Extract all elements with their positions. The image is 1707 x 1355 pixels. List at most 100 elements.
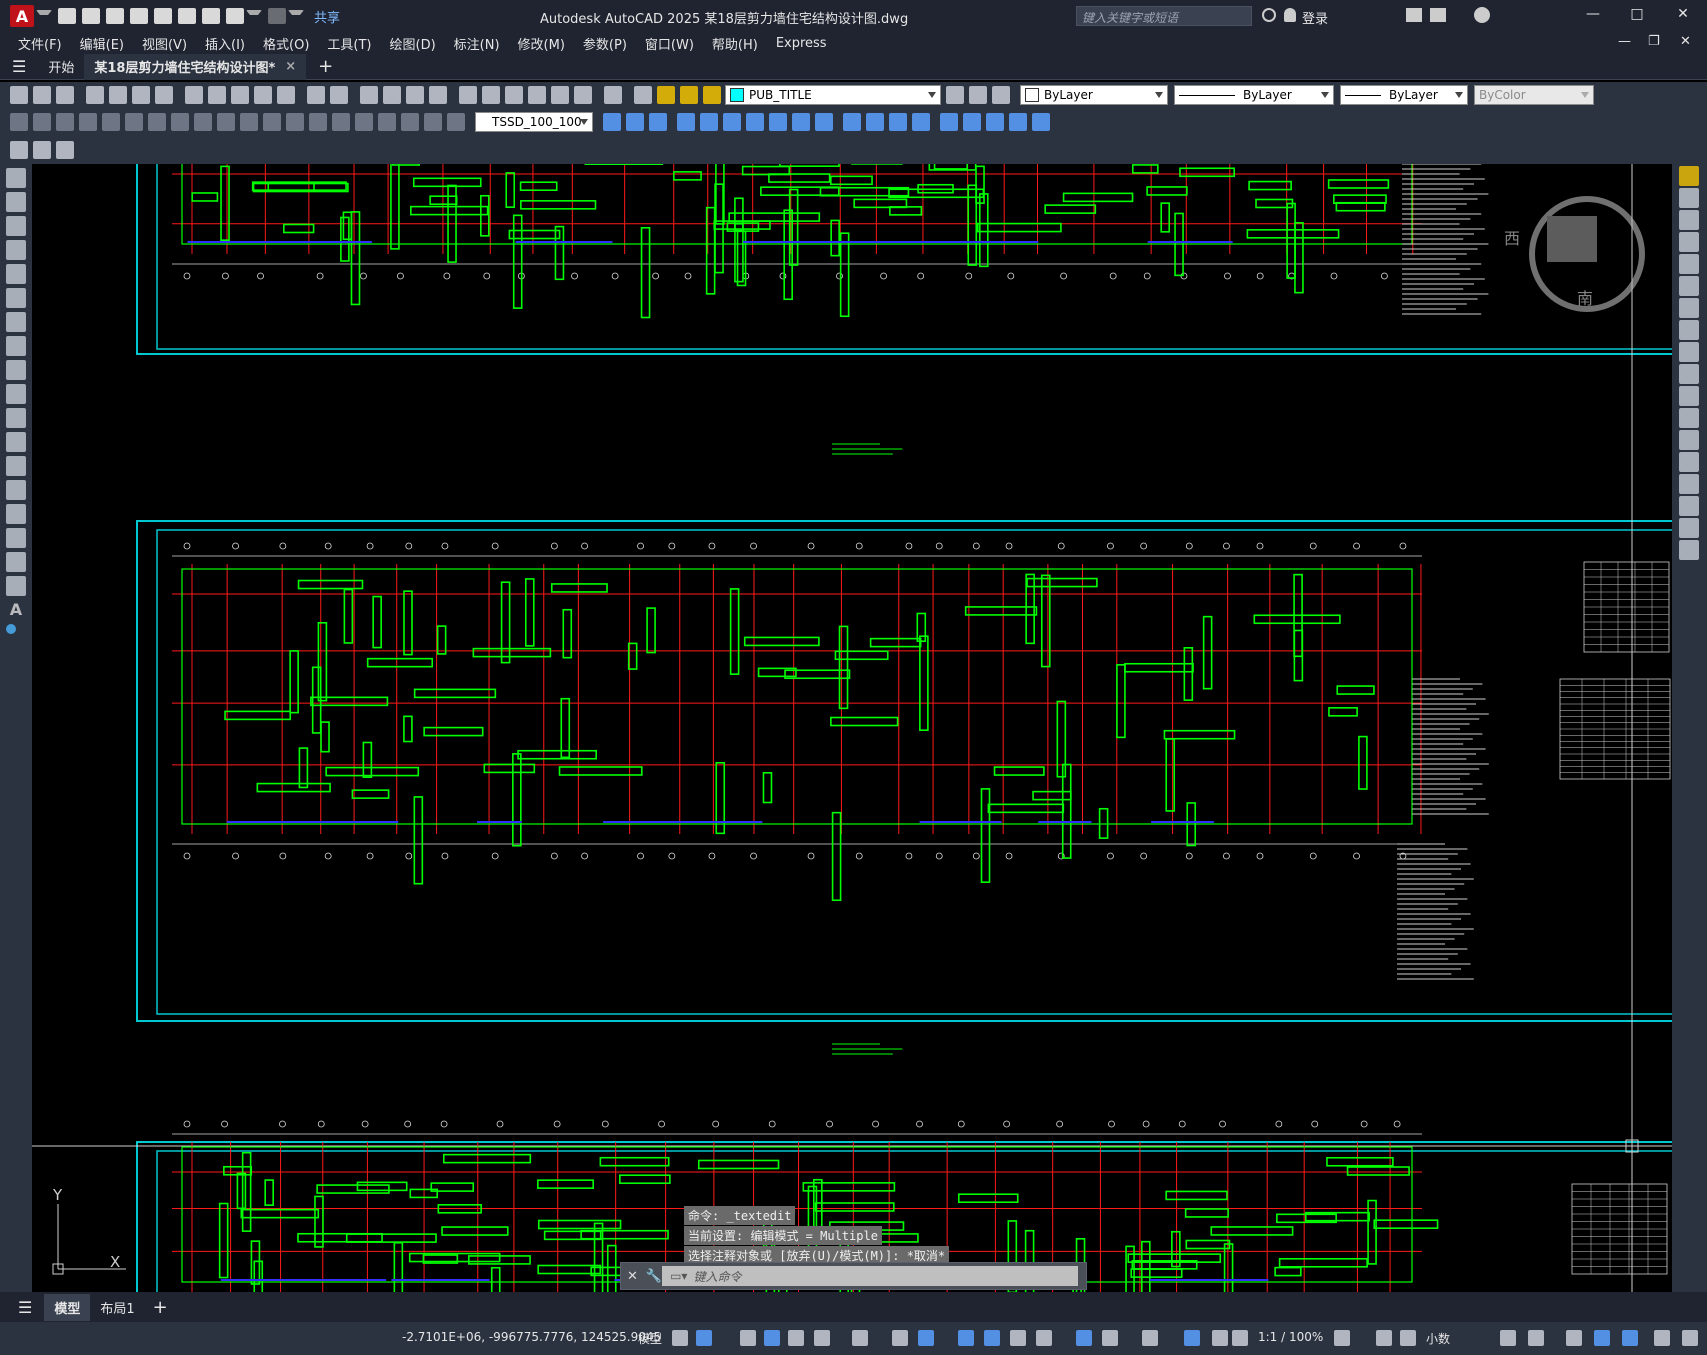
angular-dim-icon[interactable] [171,113,189,131]
visual-style-realistic-icon[interactable] [912,113,930,131]
polygon-icon[interactable] [6,240,26,260]
extend-icon[interactable] [1679,386,1699,406]
view-side-icon[interactable] [649,113,667,131]
layer-freeze-icon[interactable] [680,86,698,104]
find-text-icon[interactable] [33,141,51,159]
3d-print-icon[interactable] [155,86,173,104]
drawing-canvas[interactable]: 西 南 Y X [32,164,1672,1292]
view-iso-ne-icon[interactable] [723,113,741,131]
menu-view[interactable]: 视图(V) [142,34,187,53]
hatch-icon[interactable] [6,504,26,524]
layer-states-icon[interactable] [992,86,1010,104]
view-camera-icon[interactable] [769,113,787,131]
help-toolbar-icon[interactable] [604,86,622,104]
inspection-icon[interactable] [355,113,373,131]
view-iso-sw-icon[interactable] [677,113,695,131]
customize-qat-icon[interactable] [288,9,304,23]
ucs-view-icon[interactable] [1032,113,1050,131]
annotation-monitor-icon[interactable] [1376,1330,1392,1346]
ucs-object-icon[interactable] [986,113,1004,131]
close-command-line-icon[interactable]: ✕ [627,1269,638,1284]
menu-help[interactable]: 帮助(H) [712,34,758,53]
publish-icon[interactable] [178,8,196,24]
calculator-icon[interactable] [574,86,592,104]
line-icon[interactable] [6,168,26,188]
hardware-acceleration-icon[interactable] [1622,1330,1638,1346]
block-editor-icon[interactable] [277,86,295,104]
share-button[interactable]: 共享 [314,7,340,26]
ellipse-arc-icon[interactable] [6,408,26,428]
multiline-text-icon[interactable]: A [6,600,26,620]
markup-icon[interactable] [551,86,569,104]
sheet-set-icon[interactable] [528,86,546,104]
dim-text-edit-icon[interactable] [424,113,442,131]
undo-toolbar-icon[interactable] [307,86,325,104]
dim-space-icon[interactable] [263,113,281,131]
explode-icon[interactable] [1679,540,1699,560]
save-as-icon[interactable] [130,8,148,24]
construction-line-icon[interactable] [6,192,26,212]
polar-tracking-icon[interactable] [814,1330,830,1346]
clean-screen-icon[interactable] [1654,1330,1670,1346]
mirror-icon[interactable] [1679,210,1699,230]
trim-icon[interactable] [1679,364,1699,384]
revision-cloud-icon[interactable] [6,336,26,356]
hamburger-menu-icon[interactable]: ☰ [12,57,26,76]
radius-dim-icon[interactable] [102,113,120,131]
linear-dim-icon[interactable] [10,113,28,131]
menu-dimension[interactable]: 标注(N) [454,34,500,53]
insert-block-icon[interactable] [6,432,26,452]
tolerance-icon[interactable] [309,113,327,131]
erase-icon[interactable] [1679,166,1699,186]
units-value[interactable]: 小数 [1426,1330,1450,1347]
doc-minimize-button[interactable]: — [1618,34,1631,49]
view-top-icon[interactable] [603,113,621,131]
dim-update-icon[interactable] [447,113,465,131]
menu-express[interactable]: Express [776,36,827,51]
open-file-icon[interactable] [82,8,100,24]
dynamic-ucs-icon[interactable] [1076,1330,1092,1346]
tab-layout1[interactable]: 布局1 [90,1294,144,1321]
units-icon[interactable] [1400,1330,1416,1346]
arc-length-dim-icon[interactable] [56,113,74,131]
polyline-icon[interactable] [6,216,26,236]
selection-filter-icon[interactable] [1102,1330,1118,1346]
app-menu-dropdown-icon[interactable] [36,9,52,23]
ortho-mode-icon[interactable] [788,1330,804,1346]
layer-previous-icon[interactable] [969,86,987,104]
web-mobile-icon[interactable] [154,8,172,24]
quick-dim-icon[interactable] [194,113,212,131]
3d-object-snap-icon[interactable] [1036,1330,1052,1346]
transparency-icon[interactable] [984,1330,1000,1346]
ucs-world-icon[interactable] [963,113,981,131]
menu-edit[interactable]: 编辑(E) [80,34,124,53]
add-layout-button[interactable]: + [153,1297,168,1318]
doc-close-button[interactable]: ✕ [1680,34,1691,49]
new-file-icon[interactable] [58,8,76,24]
diameter-dim-icon[interactable] [148,113,166,131]
open-icon[interactable] [33,86,51,104]
layer-dropdown[interactable]: PUB_TITLE [725,85,941,105]
ucs-face-icon[interactable] [1009,113,1027,131]
command-input[interactable]: ▭▾ 键入命令 [662,1266,1078,1286]
menu-tools[interactable]: 工具(T) [327,34,371,53]
object-snap-tracking-icon[interactable] [892,1330,908,1346]
infer-constraints-icon[interactable] [740,1330,756,1346]
customize-command-icon[interactable]: 🔧 [646,1269,662,1284]
gizmo-icon[interactable] [1142,1330,1158,1346]
break-icon[interactable] [1679,430,1699,450]
viewcube[interactable]: 西 南 [1504,196,1645,312]
autodesk-a360-icon[interactable] [1430,8,1446,22]
ucs-icon[interactable] [940,113,958,131]
color-dropdown[interactable]: ByLayer [1020,85,1168,105]
arc-icon[interactable] [6,288,26,308]
view-iso-nw-icon[interactable] [746,113,764,131]
visual-style-3d-icon[interactable] [866,113,884,131]
view-front-icon[interactable] [626,113,644,131]
break-at-point-icon[interactable] [1679,408,1699,428]
baseline-dim-icon[interactable] [217,113,235,131]
lineweight-icon[interactable] [958,1330,974,1346]
doc-restore-button[interactable]: ❐ [1648,34,1660,49]
circle-icon[interactable] [6,312,26,332]
layer-on-icon[interactable] [657,86,675,104]
